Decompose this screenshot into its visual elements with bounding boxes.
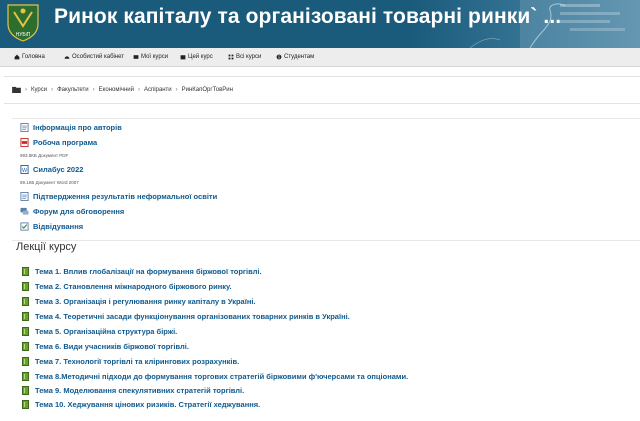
breadcrumb-item-current[interactable]: РинКапОргТовРин xyxy=(182,87,233,93)
lecture-item-7[interactable]: Тема 7. Технології торгівлі та клірингов… xyxy=(22,357,239,366)
lecture-item-5[interactable]: Тема 5. Організаційна структура біржі. xyxy=(22,327,177,336)
nav-dashboard-label: Особистий кабінет xyxy=(72,54,125,60)
resource-authors[interactable]: Інформація про авторів xyxy=(20,123,122,132)
lecture-item-1[interactable]: Тема 1. Вплив глобалізації на формування… xyxy=(22,267,262,276)
page-icon xyxy=(20,192,29,201)
book-icon xyxy=(22,357,29,366)
lecture-label: Тема 9. Моделювання спекулятивних страте… xyxy=(35,386,245,395)
lecture-item-8[interactable]: Тема 8.Методичні підходи до формування т… xyxy=(22,372,408,381)
attendance-icon xyxy=(20,222,29,231)
resource-syllabus-meta: 59.1КБ Документ Word 2007 xyxy=(20,180,79,185)
resource-authors-label: Інформація про авторів xyxy=(33,123,122,132)
resource-attendance-label: Відвідування xyxy=(33,222,84,231)
breadcrumb-panel: › Курси › Факультети › Економічний › Асп… xyxy=(4,76,640,104)
info-icon xyxy=(276,54,282,60)
university-logo[interactable]: НУБіП xyxy=(4,2,42,42)
lecture-item-3[interactable]: Тема 3. Організація і регулювання ринку … xyxy=(22,297,256,306)
nav-all-courses-label: Всі курси xyxy=(236,54,262,60)
lecture-label: Тема 6. Види учасників біржової торгівлі… xyxy=(35,342,189,351)
course-icon xyxy=(180,55,186,60)
breadcrumb-item-faculties[interactable]: Факультети xyxy=(57,87,89,93)
lecture-label: Тема 5. Організаційна структура біржі. xyxy=(35,327,178,336)
lecture-label: Тема 7. Технології торгівлі та клірингов… xyxy=(35,357,240,366)
site-header: НУБіП Ринок капіталу та організовані тов… xyxy=(0,0,640,48)
breadcrumb-item-postgrads[interactable]: Аспіранти xyxy=(144,87,172,93)
book-icon xyxy=(22,342,29,351)
nav-this-course[interactable]: Цей курс xyxy=(180,48,213,66)
home-icon xyxy=(14,54,20,60)
course-title: Ринок капіталу та організовані товарні р… xyxy=(54,5,562,28)
lecture-label: Тема 2. Становлення міжнародного біржово… xyxy=(35,282,232,291)
book-icon xyxy=(22,372,29,381)
nav-my-courses-label: Мої курси xyxy=(141,54,169,60)
lecture-label: Тема 1. Вплив глобалізації на формування… xyxy=(35,267,262,276)
lecture-item-6[interactable]: Тема 6. Види учасників біржової торгівлі… xyxy=(22,342,189,351)
book-icon xyxy=(22,327,29,336)
resource-nonformal[interactable]: Підтвердження результатів неформальної о… xyxy=(20,192,217,201)
book-icon xyxy=(22,297,29,306)
book-icon xyxy=(22,312,29,321)
resource-nonformal-label: Підтвердження результатів неформальної о… xyxy=(33,192,218,201)
word-icon: W xyxy=(20,165,29,174)
lecture-item-9[interactable]: Тема 9. Моделювання спекулятивних страте… xyxy=(22,386,244,395)
lecture-item-4[interactable]: Тема 4. Теоретичні засади функціонування… xyxy=(22,312,350,321)
pdf-icon xyxy=(20,138,29,147)
resource-syllabus-label: Силабус 2022 xyxy=(33,165,84,174)
breadcrumb-item-courses[interactable]: Курси xyxy=(31,87,47,93)
book-icon xyxy=(22,386,29,395)
resource-forum-label: Форум для обговорення xyxy=(33,207,125,216)
lecture-label: Тема 8.Методичні підходи до формування т… xyxy=(35,372,409,381)
dashboard-icon xyxy=(64,56,70,59)
book-icon xyxy=(22,400,29,409)
course-resources-panel xyxy=(12,118,640,237)
breadcrumb: › Курси › Факультети › Економічний › Асп… xyxy=(12,86,233,93)
nav-students-label: Студентам xyxy=(284,54,315,60)
forum-icon xyxy=(20,207,29,215)
resource-forum[interactable]: Форум для обговорення xyxy=(20,207,124,216)
section-title: Лекції курсу xyxy=(16,241,77,253)
book-icon xyxy=(22,267,29,276)
lecture-label: Тема 3. Організація і регулювання ринку … xyxy=(35,297,256,306)
nav-home-label: Головна xyxy=(22,54,45,60)
resource-work-program-label: Робоча програма xyxy=(33,138,98,147)
courses-icon xyxy=(133,55,139,59)
nav-students[interactable]: Студентам xyxy=(276,48,314,66)
page-icon xyxy=(20,123,29,132)
resource-work-program-meta: 993.8КБ Документ PDF xyxy=(20,153,69,158)
logo-text: НУБіП xyxy=(16,32,31,38)
folder-icon[interactable] xyxy=(12,86,21,93)
top-navbar: Головна Особистий кабінет Мої курси Цей … xyxy=(0,48,640,67)
resource-syllabus[interactable]: W Силабус 2022 xyxy=(20,165,83,174)
resource-work-program[interactable]: Робоча програма xyxy=(20,138,97,147)
nav-this-course-label: Цей курс xyxy=(188,54,213,60)
nav-all-courses[interactable]: Всі курси xyxy=(228,48,261,66)
lecture-item-2[interactable]: Тема 2. Становлення міжнародного біржово… xyxy=(22,282,232,291)
lecture-label: Тема 4. Теоретичні засади функціонування… xyxy=(35,312,350,321)
nav-home[interactable]: Головна xyxy=(14,48,45,66)
resource-attendance[interactable]: Відвідування xyxy=(20,222,83,231)
book-icon xyxy=(22,282,29,291)
nav-my-courses[interactable]: Мої курси xyxy=(133,48,168,66)
nav-dashboard[interactable]: Особистий кабінет xyxy=(64,48,124,66)
grid-icon xyxy=(228,54,234,60)
lecture-item-10[interactable]: Тема 10. Хеджування цінових ризиків. Стр… xyxy=(22,400,260,409)
lecture-label: Тема 10. Хеджування цінових ризиків. Стр… xyxy=(35,400,261,409)
breadcrumb-item-economics[interactable]: Економічний xyxy=(99,87,134,93)
